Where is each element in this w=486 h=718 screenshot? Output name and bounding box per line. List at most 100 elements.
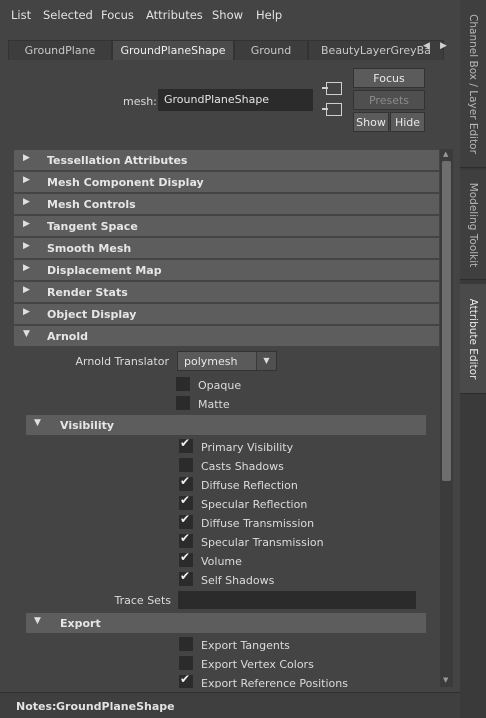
matte-label: Matte [198, 398, 230, 411]
section-tessellation-attributes[interactable]: ▶ Tessellation Attributes [14, 150, 439, 170]
menu-help[interactable]: Help [256, 8, 282, 22]
mesh-name-field[interactable]: GroundPlaneShape [158, 89, 313, 111]
section-object-display[interactable]: ▶ Object Display [14, 304, 439, 324]
check-icon: ✔ [180, 512, 191, 526]
check-icon: ✔ [180, 436, 191, 450]
section-tangent-space[interactable]: ▶ Tangent Space [14, 216, 439, 236]
check-icon: ✔ [180, 550, 191, 564]
arnold-translator-dropdown[interactable]: polymesh ▼ [177, 351, 277, 371]
attribute-panel: ▶ Tessellation Attributes ▶ Mesh Compone… [12, 148, 456, 688]
self-shadows-checkbox[interactable]: ✔ [179, 569, 193, 586]
export-tangents-checkbox[interactable] [179, 637, 193, 651]
diffuse-reflection-checkbox[interactable]: ✔ [179, 474, 193, 491]
primary-visibility-checkbox[interactable]: ✔ [179, 436, 193, 453]
casts-shadows-label: Casts Shadows [201, 460, 284, 473]
section-displacement-map[interactable]: ▶ Displacement Map [14, 260, 439, 280]
specular-transmission-checkbox[interactable]: ✔ [179, 531, 193, 548]
menu-attributes[interactable]: Attributes [146, 8, 203, 22]
check-icon: ✔ [180, 493, 191, 507]
volume-checkbox[interactable]: ✔ [179, 550, 193, 567]
collapsed-arrow-icon: ▶ [23, 175, 30, 185]
input-connection-icon[interactable] [322, 82, 342, 95]
section-smooth-mesh[interactable]: ▶ Smooth Mesh [14, 238, 439, 258]
export-reference-positions-label: Export Reference Positions [201, 677, 348, 688]
tab-ground[interactable]: Ground [234, 40, 308, 60]
menu-show[interactable]: Show [212, 8, 243, 22]
section-label: Mesh Controls [47, 198, 136, 211]
expanded-arrow-icon: ▼ [23, 329, 30, 339]
section-visibility[interactable]: ▼ Visibility [26, 415, 426, 435]
scrollbar-thumb[interactable] [442, 161, 451, 481]
hide-button[interactable]: Hide [390, 112, 425, 132]
section-label: Object Display [47, 308, 137, 321]
arnold-translator-label: Arnold Translator [75, 355, 169, 368]
tab-scroll-left-icon[interactable]: ◀ [423, 41, 430, 51]
section-label: Export [60, 617, 101, 630]
menu-focus[interactable]: Focus [101, 8, 134, 22]
right-dock-tabs: Channel Box / Layer Editor Modeling Tool… [460, 0, 486, 718]
trace-sets-label: Trace Sets [114, 594, 171, 607]
trace-sets-field[interactable] [178, 591, 416, 609]
output-connection-icon[interactable] [322, 103, 342, 116]
dropdown-arrow-icon[interactable]: ▼ [256, 352, 276, 370]
export-vertex-colors-label: Export Vertex Colors [201, 658, 314, 671]
tab-attribute-editor-label: Attribute Editor [467, 298, 479, 379]
scroll-up-icon[interactable]: ▲ [443, 150, 448, 158]
notes-value: GroundPlaneShape [56, 700, 175, 713]
scroll-down-icon[interactable]: ▼ [443, 676, 448, 684]
presets-button[interactable]: Presets [353, 90, 425, 110]
check-icon: ✔ [180, 672, 191, 686]
export-reference-positions-checkbox[interactable]: ✔ [179, 672, 193, 688]
tab-attribute-editor[interactable]: Attribute Editor [460, 284, 486, 394]
tab-groundplane[interactable]: GroundPlane [8, 40, 112, 60]
section-arnold[interactable]: ▼ Arnold [14, 326, 439, 346]
matte-checkbox[interactable] [176, 396, 190, 410]
section-export[interactable]: ▼ Export [26, 613, 426, 633]
arnold-translator-value: polymesh [184, 355, 238, 368]
self-shadows-label: Self Shadows [201, 574, 275, 587]
focus-button[interactable]: Focus [353, 68, 425, 88]
show-button[interactable]: Show [353, 112, 389, 132]
export-tangents-label: Export Tangents [201, 639, 290, 652]
collapsed-arrow-icon: ▶ [23, 153, 30, 163]
specular-transmission-label: Specular Transmission [201, 536, 324, 549]
section-mesh-component-display[interactable]: ▶ Mesh Component Display [14, 172, 439, 192]
menu-selected[interactable]: Selected [43, 8, 93, 22]
export-vertex-colors-checkbox[interactable] [179, 656, 193, 670]
section-render-stats[interactable]: ▶ Render Stats [14, 282, 439, 302]
section-label: Displacement Map [47, 264, 162, 277]
specular-reflection-checkbox[interactable]: ✔ [179, 493, 193, 510]
collapsed-arrow-icon: ▶ [23, 241, 30, 251]
collapsed-arrow-icon: ▶ [23, 197, 30, 207]
collapsed-arrow-icon: ▶ [23, 285, 30, 295]
tab-channel-box-layer-editor[interactable]: Channel Box / Layer Editor [460, 0, 486, 168]
tab-scroll-right-icon[interactable]: ▶ [440, 41, 447, 51]
tab-groundplaneshape[interactable]: GroundPlaneShape [112, 40, 234, 60]
notes-label: Notes: [16, 700, 57, 713]
collapsed-arrow-icon: ▶ [23, 263, 30, 273]
check-icon: ✔ [180, 531, 191, 545]
notes-bar[interactable]: Notes: GroundPlaneShape [0, 692, 460, 718]
diffuse-transmission-label: Diffuse Transmission [201, 517, 315, 530]
tab-modeling-toolkit-label: Modeling Toolkit [467, 182, 479, 267]
node-tab-bar: GroundPlane GroundPlaneShape Ground Beau… [8, 40, 444, 60]
menu-bar: List Selected Focus Attributes Show Help [0, 0, 460, 30]
check-icon: ✔ [180, 474, 191, 488]
tab-modeling-toolkit[interactable]: Modeling Toolkit [460, 170, 486, 280]
expanded-arrow-icon: ▼ [34, 616, 41, 626]
volume-label: Volume [201, 555, 242, 568]
casts-shadows-checkbox[interactable] [179, 458, 193, 472]
diffuse-reflection-label: Diffuse Reflection [201, 479, 298, 492]
primary-visibility-label: Primary Visibility [201, 441, 294, 454]
section-label: Render Stats [47, 286, 128, 299]
check-icon: ✔ [180, 569, 191, 583]
menu-list[interactable]: List [11, 8, 31, 22]
section-label: Tangent Space [47, 220, 138, 233]
section-mesh-controls[interactable]: ▶ Mesh Controls [14, 194, 439, 214]
section-label: Visibility [60, 419, 115, 432]
opaque-label: Opaque [198, 379, 242, 392]
section-label: Smooth Mesh [47, 242, 132, 255]
diffuse-transmission-checkbox[interactable]: ✔ [179, 512, 193, 529]
opaque-checkbox[interactable] [176, 377, 190, 391]
collapsed-arrow-icon: ▶ [23, 219, 30, 229]
